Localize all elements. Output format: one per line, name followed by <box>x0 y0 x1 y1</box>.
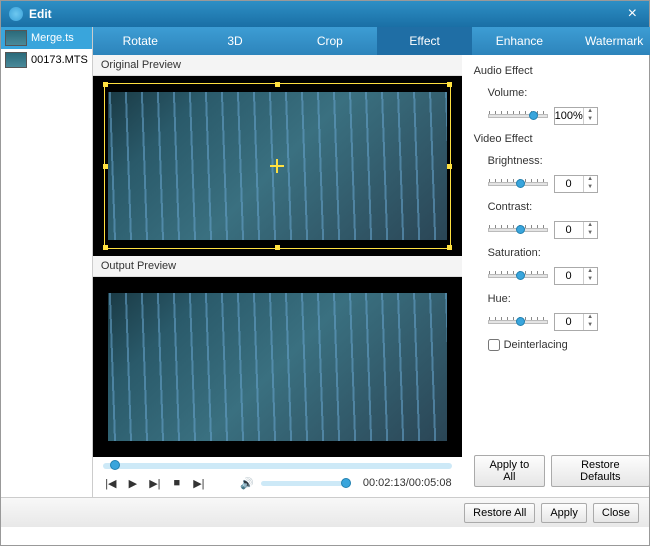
file-item-00173[interactable]: 00173.MTS <box>1 49 92 71</box>
deinterlace-checkbox-row[interactable]: Deinterlacing <box>488 339 650 351</box>
audio-effect-title: Audio Effect <box>474 65 650 77</box>
file-thumbnail-icon <box>5 52 27 68</box>
contrast-label: Contrast: <box>488 201 548 213</box>
deinterlace-checkbox[interactable] <box>488 339 500 351</box>
volume-icon[interactable]: 🔊 <box>239 475 255 491</box>
close-icon[interactable]: × <box>624 5 641 23</box>
tab-3d[interactable]: 3D <box>188 27 283 55</box>
output-preview <box>93 277 462 457</box>
brightness-label: Brightness: <box>488 155 548 167</box>
playback-controls: |◀ ▶ ▶| ■ ▶| 🔊 00:02:13/00:05:08 <box>93 471 462 497</box>
app-logo-icon <box>9 7 23 21</box>
output-video-frame <box>108 293 447 441</box>
output-preview-label: Output Preview <box>93 256 462 277</box>
spin-down-icon[interactable]: ▼ <box>584 230 597 238</box>
spin-up-icon[interactable]: ▲ <box>584 108 597 116</box>
spin-down-icon[interactable]: ▼ <box>584 184 597 192</box>
hue-slider[interactable] <box>488 320 548 324</box>
contrast-slider[interactable] <box>488 228 548 232</box>
video-effect-title: Video Effect <box>474 133 650 145</box>
spin-down-icon[interactable]: ▼ <box>584 276 597 284</box>
spin-down-icon[interactable]: ▼ <box>584 322 597 330</box>
window-title: Edit <box>29 7 624 21</box>
effects-panel: Audio Effect Volume: ▲▼ Video Effect Bri… <box>462 55 650 497</box>
volume-label: Volume: <box>488 87 548 99</box>
deinterlace-label: Deinterlacing <box>504 339 568 351</box>
restore-all-button[interactable]: Restore All <box>464 503 535 523</box>
hue-spinner[interactable]: ▲▼ <box>554 313 598 331</box>
contrast-spinner[interactable]: ▲▼ <box>554 221 598 239</box>
original-video-frame <box>108 92 447 240</box>
saturation-label: Saturation: <box>488 247 548 259</box>
volume-slider[interactable] <box>261 481 351 486</box>
tab-enhance[interactable]: Enhance <box>472 27 567 55</box>
close-button[interactable]: Close <box>593 503 639 523</box>
apply-button[interactable]: Apply <box>541 503 587 523</box>
spin-up-icon[interactable]: ▲ <box>584 222 597 230</box>
tab-rotate[interactable]: Rotate <box>93 27 188 55</box>
saturation-input[interactable] <box>555 270 583 282</box>
prev-button[interactable]: |◀ <box>103 475 119 491</box>
file-thumbnail-icon <box>5 30 27 46</box>
edit-tabs: Rotate 3D Crop Effect Enhance Watermark <box>93 27 650 55</box>
brightness-spinner[interactable]: ▲▼ <box>554 175 598 193</box>
tab-effect[interactable]: Effect <box>377 27 472 55</box>
brightness-input[interactable] <box>555 178 583 190</box>
file-name: 00173.MTS <box>31 54 88 66</box>
spin-up-icon[interactable]: ▲ <box>584 176 597 184</box>
original-preview <box>93 76 462 256</box>
stop-button[interactable]: ■ <box>169 475 185 491</box>
hue-label: Hue: <box>488 293 548 305</box>
contrast-input[interactable] <box>555 224 583 236</box>
titlebar: Edit × <box>1 1 649 27</box>
timeline-thumb[interactable] <box>110 460 120 470</box>
brightness-slider[interactable] <box>488 182 548 186</box>
next-frame-button[interactable]: ▶| <box>147 475 163 491</box>
file-item-merge[interactable]: Merge.ts <box>1 27 92 49</box>
spin-up-icon[interactable]: ▲ <box>584 268 597 276</box>
restore-defaults-button[interactable]: Restore Defaults <box>551 455 650 487</box>
volume-spinner[interactable]: ▲▼ <box>554 107 598 125</box>
timeline[interactable] <box>93 457 462 471</box>
original-preview-label: Original Preview <box>93 55 462 76</box>
hue-input[interactable] <box>555 316 583 328</box>
saturation-spinner[interactable]: ▲▼ <box>554 267 598 285</box>
volume-input[interactable] <box>555 110 583 122</box>
spin-up-icon[interactable]: ▲ <box>584 314 597 322</box>
spin-down-icon[interactable]: ▼ <box>584 116 597 124</box>
apply-to-all-button[interactable]: Apply to All <box>474 455 545 487</box>
play-button[interactable]: ▶ <box>125 475 141 491</box>
saturation-slider[interactable] <box>488 274 548 278</box>
next-button[interactable]: ▶| <box>191 475 207 491</box>
playback-time: 00:02:13/00:05:08 <box>363 477 452 489</box>
tab-crop[interactable]: Crop <box>282 27 377 55</box>
file-name: Merge.ts <box>31 32 74 44</box>
footer: Restore All Apply Close <box>1 497 649 527</box>
file-sidebar: Merge.ts 00173.MTS <box>1 27 93 497</box>
tab-watermark[interactable]: Watermark <box>567 27 650 55</box>
volume-effect-slider[interactable] <box>488 114 548 118</box>
